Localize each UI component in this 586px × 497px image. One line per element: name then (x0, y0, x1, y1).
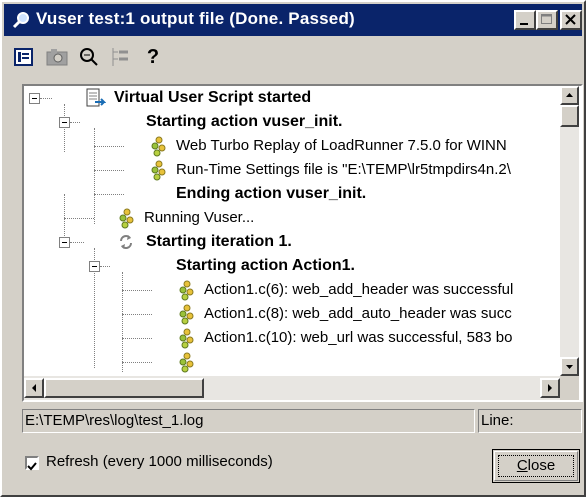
maximize-button[interactable] (536, 10, 558, 30)
close-icon (565, 14, 576, 25)
tree-row[interactable]: Starting action vuser_init. (146, 110, 342, 134)
info-dots-icon (176, 304, 198, 330)
scroll-thumb[interactable] (560, 105, 579, 127)
minimize-button[interactable] (514, 10, 536, 30)
close-button-accel: C (516, 457, 528, 474)
snapshot-button[interactable] (44, 44, 70, 70)
info-dots-icon (176, 352, 198, 376)
arrow-left-icon (32, 384, 36, 392)
arrow-right-icon (548, 384, 552, 392)
collapse-toggle[interactable] (59, 117, 70, 128)
refresh-checkbox[interactable] (25, 456, 39, 471)
magnifier-icon (12, 11, 32, 29)
tree-content: Virtual User Script started Starting act… (24, 86, 560, 376)
close-button-label: lose (527, 457, 556, 474)
camera-icon (46, 49, 68, 66)
info-dots-icon (116, 208, 138, 234)
info-dots-icon (176, 328, 198, 354)
scroll-up-button[interactable] (560, 86, 579, 105)
tree-row[interactable]: Running Vuser... (144, 206, 254, 230)
log-path-field: E:\TEMP\res\log\test_1.log (22, 409, 475, 433)
info-dots-icon (176, 280, 198, 306)
vertical-scrollbar[interactable] (560, 86, 579, 376)
tree-row[interactable]: Web Turbo Replay of LoadRunner 7.5.0 for… (176, 134, 507, 158)
collapse-toggle[interactable] (89, 261, 100, 272)
output-tree[interactable]: Virtual User Script started Starting act… (22, 84, 583, 402)
collapse-toggle[interactable] (59, 237, 70, 248)
toolbar: ? (12, 44, 212, 70)
close-button[interactable]: Close (492, 449, 580, 483)
info-dots-icon (148, 136, 170, 162)
close-window-button[interactable] (560, 10, 582, 30)
minimize-icon (520, 23, 528, 25)
iteration-icon (116, 232, 136, 256)
tree-row[interactable]: Run-Time Settings file is "E:\TEMP\lr5tm… (176, 158, 511, 182)
help-icon: ? (146, 46, 160, 68)
tree-view-button[interactable] (108, 44, 134, 70)
info-dots-icon (148, 160, 170, 186)
tree-row[interactable]: Action1.c(8): web_add_auto_header was su… (204, 302, 512, 326)
refresh-label[interactable]: Refresh (every 1000 milliseconds) (46, 453, 273, 470)
list-view-button[interactable] (12, 44, 38, 70)
arrow-down-icon (566, 365, 573, 369)
output-window: Vuser test:1 output file (Done. Passed) (0, 0, 586, 497)
scroll-corner (560, 376, 579, 400)
tree-row[interactable]: Starting iteration 1. (146, 230, 292, 254)
tree-row[interactable]: Action1.c(10): web_url was successful, 5… (204, 326, 513, 350)
scroll-down-button[interactable] (560, 357, 579, 376)
tree-row[interactable]: Ending action vuser_init. (176, 182, 366, 206)
tree-row[interactable]: Starting action Action1. (176, 254, 355, 278)
find-icon (80, 48, 98, 66)
scroll-right-button[interactable] (540, 378, 560, 398)
scroll-left-button[interactable] (24, 378, 44, 398)
tree-row[interactable]: Action1.c(6): web_add_header was success… (204, 278, 513, 302)
script-icon (84, 88, 107, 114)
tree-view-icon (112, 48, 128, 66)
maximize-icon (541, 14, 552, 24)
line-field: Line: (478, 409, 582, 433)
tree-row[interactable]: Virtual User Script started (114, 86, 311, 110)
horizontal-scrollbar[interactable] (24, 376, 560, 400)
horizontal-scroll-thumb[interactable] (44, 378, 204, 398)
arrow-up-icon (566, 93, 573, 97)
collapse-toggle[interactable] (29, 93, 40, 104)
title-bar[interactable]: Vuser test:1 output file (Done. Passed) (4, 4, 582, 36)
checkmark-icon (27, 462, 37, 471)
list-view-icon (14, 48, 33, 66)
window-title: Vuser test:1 output file (Done. Passed) (36, 9, 355, 28)
find-button[interactable] (76, 44, 102, 70)
help-button[interactable]: ? (140, 44, 166, 70)
